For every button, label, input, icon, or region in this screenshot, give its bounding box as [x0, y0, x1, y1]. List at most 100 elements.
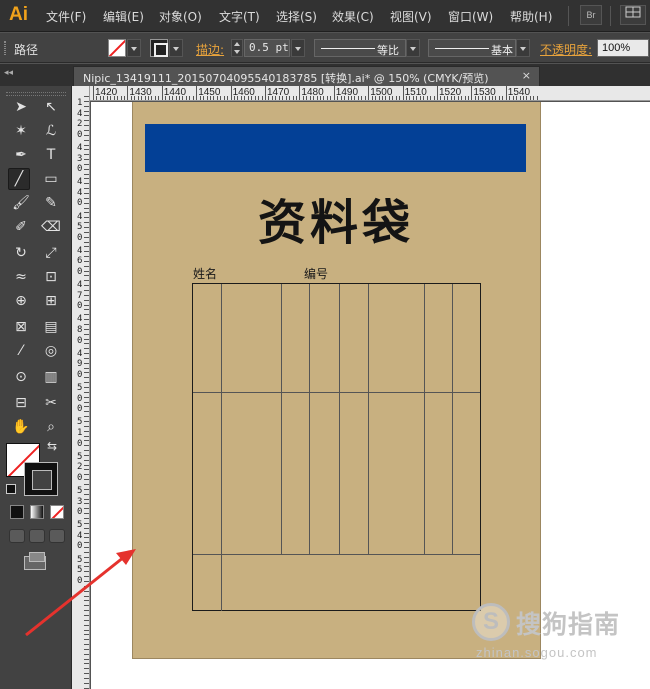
eraser-tool-icon[interactable]: ⌫ — [40, 216, 62, 238]
ruler-minor-tick — [84, 178, 89, 180]
pen-tool-icon[interactable]: ✒ — [10, 144, 32, 166]
ruler-minor-tick — [84, 217, 89, 219]
menu-select[interactable]: 选择(S) — [276, 8, 317, 25]
name-field-label[interactable]: 姓名 — [193, 265, 217, 282]
menu-window[interactable]: 窗口(W) — [448, 8, 493, 25]
menu-object[interactable]: 对象(O) — [159, 8, 202, 25]
type-tool-icon[interactable]: T — [40, 144, 62, 166]
artwork-title[interactable]: 资料袋 — [258, 183, 414, 253]
line-segment-tool-icon[interactable]: ╱ — [8, 168, 30, 190]
ruler-minor-tick — [84, 648, 89, 650]
draw-behind-icon[interactable] — [29, 529, 45, 543]
stroke-weight-dropdown[interactable] — [291, 39, 305, 57]
blue-header-band[interactable] — [145, 124, 526, 172]
ruler-minor-tick — [84, 474, 89, 476]
swap-fill-stroke-icon[interactable]: ⇆ — [44, 438, 60, 454]
menu-type[interactable]: 文字(T) — [219, 8, 260, 25]
mesh-tool-icon[interactable]: ⊠ — [10, 316, 32, 338]
draw-normal-icon[interactable] — [9, 529, 25, 543]
color-mode-swatch[interactable] — [10, 505, 24, 519]
ruler-label: 4 — [77, 530, 83, 541]
lasso-tool-icon[interactable]: ℒ — [40, 120, 62, 142]
symbol-sprayer-tool-icon[interactable]: ⊙ — [10, 366, 32, 388]
profile-label: 等比 — [377, 44, 399, 57]
workspace-switcher-button[interactable] — [620, 5, 646, 25]
menu-edit[interactable]: 编辑(E) — [103, 8, 144, 25]
direct-selection-tool-icon[interactable]: ↖ — [40, 96, 62, 118]
rectangle-tool-icon[interactable]: ▭ — [40, 168, 62, 190]
form-grid[interactable] — [192, 283, 481, 611]
rotate-tool-icon[interactable]: ↻ — [10, 242, 32, 264]
horizontal-ruler[interactable]: 1420 1430 1440 1450 1460 1470 1480 1490 1500 1510… — [90, 86, 650, 101]
hand-tool-icon[interactable]: ✋ — [10, 416, 32, 438]
ruler-major-tick — [402, 86, 404, 100]
free-transform-tool-icon[interactable]: ⊡ — [40, 266, 62, 288]
profile-dropdown[interactable] — [406, 39, 420, 57]
bridge-button[interactable]: Br — [580, 5, 602, 25]
stroke-weight-spinner[interactable] — [231, 39, 243, 57]
variable-width-profile[interactable]: 等比 — [314, 39, 406, 57]
ruler-label: 0 — [77, 404, 83, 415]
ruler-label: 7 — [77, 290, 83, 301]
artboard-tool-icon[interactable]: ⊟ — [10, 392, 32, 414]
opacity-field[interactable]: 100% — [597, 39, 649, 57]
ruler-major-tick — [93, 86, 94, 100]
stroke-color-box[interactable] — [24, 462, 58, 496]
magic-wand-tool-icon[interactable]: ✶ — [10, 120, 32, 142]
ruler-minor-tick — [84, 333, 89, 335]
gradient-mode-swatch[interactable] — [30, 505, 44, 519]
stroke-label[interactable]: 描边: — [196, 41, 224, 58]
stroke-dropdown[interactable] — [169, 39, 183, 57]
ruler-minor-tick — [84, 387, 89, 388]
ruler-label: 1530 — [473, 87, 496, 98]
blob-brush-tool-icon[interactable]: ✐ — [10, 216, 32, 238]
ruler-minor-tick — [84, 304, 89, 306]
ruler-label: 1540 — [507, 87, 531, 98]
brush-dropdown[interactable] — [516, 39, 530, 57]
close-icon[interactable]: × — [522, 69, 531, 82]
ruler-minor-tick — [84, 246, 89, 248]
menu-view[interactable]: 视图(V) — [390, 8, 432, 25]
fill-dropdown[interactable] — [127, 39, 141, 57]
document-tab[interactable]: Nipic_13419111_20150704095540183785 [转换]… — [73, 66, 540, 86]
ruler-minor-tick — [84, 513, 89, 515]
ruler-label: 1500 — [370, 87, 393, 98]
pencil-tool-icon[interactable]: ✎ — [40, 192, 62, 214]
ruler-label: 5 — [77, 417, 83, 428]
shape-builder-tool-icon[interactable]: ⊕ — [10, 290, 32, 312]
menu-file[interactable]: 文件(F) — [46, 8, 86, 25]
brush-label: 基本 — [491, 44, 513, 57]
menu-effect[interactable]: 效果(C) — [332, 8, 374, 25]
warp-tool-icon[interactable]: ≈ — [10, 266, 32, 288]
gradient-tool-icon[interactable]: ▤ — [40, 316, 62, 338]
none-mode-swatch[interactable] — [50, 505, 64, 519]
draw-inside-icon[interactable] — [49, 529, 65, 543]
zoom-tool-icon[interactable]: ⌕ — [40, 416, 62, 438]
eyedropper-tool-icon[interactable]: ⁄ — [10, 340, 32, 362]
perspective-grid-tool-icon[interactable]: ⊞ — [40, 290, 62, 312]
graph-tool-icon[interactable]: ▥ — [40, 366, 62, 388]
ruler-minor-tick — [84, 362, 89, 364]
opacity-label[interactable]: 不透明度: — [540, 41, 592, 58]
ruler-label: 1480 — [301, 87, 324, 98]
selection-tool-icon[interactable]: ➤ — [10, 96, 32, 118]
paintbrush-tool-icon[interactable]: 🖌 — [10, 192, 32, 214]
slice-tool-icon[interactable]: ✂ — [40, 392, 62, 414]
brush-definition[interactable]: 基本 — [428, 39, 516, 57]
ruler-minor-tick — [84, 197, 89, 199]
stroke-weight-field[interactable]: 0.5 pt — [244, 39, 290, 57]
blend-tool-icon[interactable]: ◎ — [40, 340, 62, 362]
ruler-label: 1450 — [198, 87, 221, 98]
ruler-label: 0 — [77, 301, 83, 312]
stroke-swatch[interactable] — [150, 39, 168, 57]
menu-separator — [568, 6, 569, 26]
ruler-label: 0 — [77, 267, 83, 277]
collapse-panel-icon[interactable]: ◂◂ — [4, 68, 13, 78]
scale-tool-icon[interactable]: ⤢ — [40, 242, 62, 264]
number-field-label[interactable]: 编号 — [304, 265, 328, 282]
ruler-minor-tick — [123, 96, 125, 100]
fill-swatch[interactable] — [108, 39, 126, 57]
ruler-minor-tick — [84, 183, 89, 185]
menu-help[interactable]: 帮助(H) — [510, 8, 552, 25]
default-colors-icon[interactable] — [6, 484, 16, 494]
